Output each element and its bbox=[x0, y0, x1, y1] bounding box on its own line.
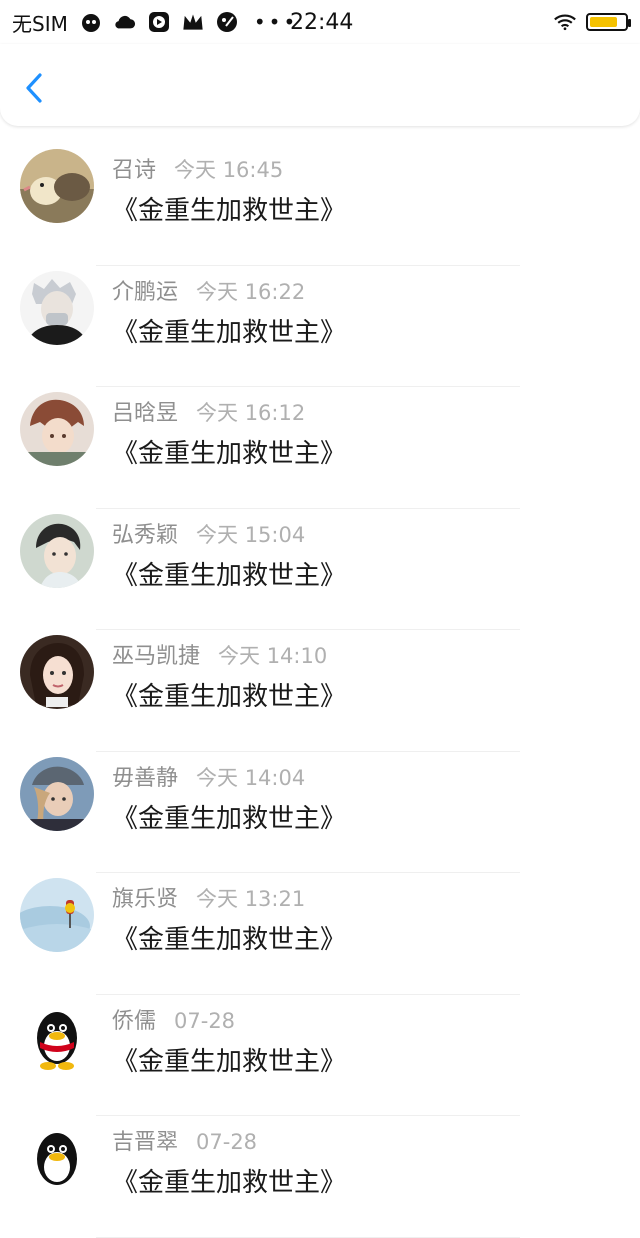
back-chevron-icon bbox=[26, 73, 42, 103]
list-item[interactable]: 侨儒 07-28 《金重生加救世主》 bbox=[0, 995, 640, 1116]
item-meta: 弘秀颖 今天 15:04 bbox=[112, 517, 305, 549]
message-text: 《金重生加救世主》 bbox=[112, 682, 347, 712]
avatar bbox=[20, 635, 94, 709]
timestamp: 今天 16:45 bbox=[174, 158, 284, 182]
message-text: 《金重生加救世主》 bbox=[112, 560, 347, 591]
item-meta: 旗乐贤 今天 13:21 bbox=[112, 881, 305, 913]
cloud-icon bbox=[114, 11, 136, 33]
message-text: 《金重生加救世主》 bbox=[112, 317, 347, 348]
sender-name: 介鹏运 bbox=[112, 279, 179, 305]
list-item[interactable]: 巫马凯捷 今天 14:10 《金重生加救世主》 bbox=[0, 630, 640, 752]
status-left: 无SIM ••• bbox=[0, 8, 298, 37]
crown-icon bbox=[182, 11, 204, 33]
list-item[interactable]: 弘秀颖 今天 15:04 《金重生加救世主》 bbox=[0, 509, 640, 630]
message-text: 《金重生加救世主》 bbox=[112, 1168, 347, 1198]
sender-name: 弘秀颖 bbox=[112, 522, 179, 548]
nav-bar bbox=[0, 44, 640, 126]
item-meta: 介鹏运 今天 16:22 bbox=[112, 274, 305, 306]
back-button[interactable] bbox=[18, 70, 50, 106]
sender-name: 巫马凯捷 bbox=[112, 644, 201, 669]
status-bar: 无SIM ••• 22:44 bbox=[0, 0, 640, 44]
avatar bbox=[20, 149, 94, 223]
list-item[interactable]: 召诗 今天 16:45 《金重生加救世主》 bbox=[0, 144, 640, 266]
sender-name: 毋善静 bbox=[112, 765, 179, 791]
timestamp: 07-28 bbox=[174, 1008, 236, 1033]
avatar bbox=[20, 270, 94, 345]
penguin-avatar-icon bbox=[20, 999, 94, 1074]
divider bbox=[96, 1236, 520, 1238]
wifi-icon bbox=[554, 11, 576, 33]
sender-name: 侨儒 bbox=[112, 1008, 157, 1034]
play-button-icon bbox=[148, 11, 170, 33]
cat-face-icon bbox=[80, 11, 102, 33]
item-meta: 召诗 今天 16:45 bbox=[112, 152, 283, 184]
avatar bbox=[20, 756, 94, 831]
item-meta: 吕晗昱 今天 16:12 bbox=[112, 395, 305, 427]
sender-name: 旗乐贤 bbox=[112, 887, 179, 912]
sender-name: 吕晗昱 bbox=[112, 401, 179, 426]
timestamp: 07-28 bbox=[196, 1130, 258, 1154]
item-meta: 侨儒 07-28 bbox=[112, 1003, 235, 1035]
timestamp: 今天 14:04 bbox=[196, 765, 306, 790]
carrier-label: 无SIM bbox=[12, 11, 68, 36]
avatar bbox=[20, 392, 94, 466]
timestamp: 今天 16:22 bbox=[196, 279, 306, 304]
message-text: 《金重生加救世主》 bbox=[112, 196, 347, 226]
avatar bbox=[20, 878, 94, 952]
sender-name: 吉晋翠 bbox=[112, 1130, 179, 1155]
list-item[interactable]: 介鹏运 今天 16:22 《金重生加救世主》 bbox=[0, 266, 640, 387]
message-text: 《金重生加救世主》 bbox=[112, 439, 347, 469]
timestamp: 今天 16:12 bbox=[196, 401, 306, 425]
palette-icon bbox=[216, 11, 238, 33]
message-text: 《金重生加救世主》 bbox=[112, 925, 347, 955]
battery-icon bbox=[586, 13, 631, 31]
clock: 22:44 bbox=[290, 9, 354, 35]
avatar bbox=[20, 513, 94, 588]
sender-name: 召诗 bbox=[112, 158, 157, 183]
item-meta: 毋善静 今天 14:04 bbox=[112, 760, 305, 792]
message-text: 《金重生加救世主》 bbox=[112, 1046, 347, 1077]
timestamp: 今天 13:21 bbox=[196, 887, 306, 911]
item-meta: 巫马凯捷 今天 14:10 bbox=[112, 638, 327, 670]
timestamp: 今天 14:10 bbox=[218, 644, 328, 668]
status-right bbox=[554, 0, 631, 44]
timestamp: 今天 15:04 bbox=[196, 522, 306, 547]
penguin-avatar-icon bbox=[20, 1121, 94, 1195]
message-text: 《金重生加救世主》 bbox=[112, 803, 347, 834]
list-item[interactable]: 旗乐贤 今天 13:21 《金重生加救世主》 bbox=[0, 873, 640, 995]
item-meta: 吉晋翠 07-28 bbox=[112, 1124, 257, 1156]
list-item[interactable]: 吕晗昱 今天 16:12 《金重生加救世主》 bbox=[0, 387, 640, 509]
list-item[interactable]: 吉晋翠 07-28 《金重生加救世主》 bbox=[0, 1116, 640, 1238]
message-list: 召诗 今天 16:45 《金重生加救世主》 介鹏运 今天 16:22 《金重生加… bbox=[0, 144, 640, 1238]
list-item[interactable]: 毋善静 今天 14:04 《金重生加救世主》 bbox=[0, 752, 640, 873]
battery-level bbox=[590, 17, 618, 27]
